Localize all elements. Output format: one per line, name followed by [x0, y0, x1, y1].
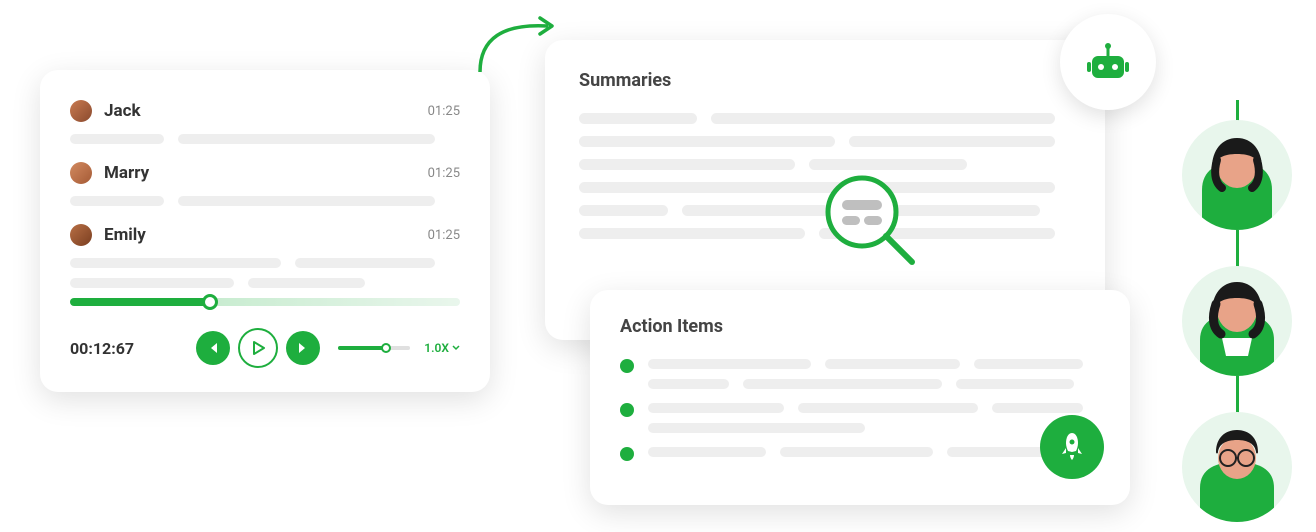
action-item: [620, 403, 1100, 433]
speaker-block: Emily 01:25: [70, 224, 460, 288]
action-items-title: Action Items: [620, 316, 1100, 337]
volume-thumb[interactable]: [381, 343, 391, 353]
user-avatar-3: [1182, 412, 1292, 522]
bot-badge: [1060, 14, 1156, 110]
transcript-line: [70, 134, 460, 144]
bot-icon: [1082, 36, 1134, 88]
user-avatar-1: [1182, 120, 1292, 230]
skip-prev-icon: [206, 341, 220, 355]
speaker-block: Jack 01:25: [70, 100, 460, 144]
user-avatar-2: [1182, 266, 1292, 376]
time-display: 00:12:67: [70, 339, 134, 358]
transcript-line: [70, 196, 460, 206]
rocket-icon: [1055, 430, 1089, 464]
action-items-card: Action Items: [590, 290, 1130, 505]
bullet-icon: [620, 359, 634, 373]
chevron-down-icon: [452, 344, 460, 352]
speaker-name: Emily: [104, 225, 428, 245]
action-item: [620, 359, 1100, 389]
speaker-row: Jack 01:25: [70, 100, 460, 122]
speaker-block: Marry 01:25: [70, 162, 460, 206]
speaker-timestamp: 01:25: [428, 166, 460, 181]
transcript-card: Jack 01:25 Marry 01:25 Emily 01:25: [40, 70, 490, 392]
skip-next-button[interactable]: [286, 331, 320, 365]
person-icon: [1182, 120, 1292, 230]
playback-progress[interactable]: [70, 298, 460, 306]
speaker-row: Emily 01:25: [70, 224, 460, 246]
bullet-icon: [620, 447, 634, 461]
speaker-timestamp: 01:25: [428, 104, 460, 119]
person-icon: [1182, 412, 1292, 522]
speaker-avatar: [70, 162, 92, 184]
play-icon: [249, 339, 267, 357]
playback-speed[interactable]: 1.0X: [424, 341, 460, 355]
speaker-timestamp: 01:25: [428, 228, 460, 243]
summaries-title: Summaries: [579, 70, 1071, 91]
speaker-avatar: [70, 100, 92, 122]
rocket-badge[interactable]: [1040, 415, 1104, 479]
play-button[interactable]: [238, 328, 278, 368]
summaries-content: [579, 113, 1071, 239]
transcript-line: [70, 258, 460, 288]
volume-slider[interactable]: [338, 346, 410, 350]
speaker-name: Jack: [104, 101, 428, 121]
skip-next-icon: [296, 341, 310, 355]
action-item: [620, 447, 1100, 461]
person-icon: [1182, 266, 1292, 376]
speed-value: 1.0X: [424, 341, 449, 355]
bullet-icon: [620, 403, 634, 417]
speaker-row: Marry 01:25: [70, 162, 460, 184]
player-controls: 00:12:67 1.0X: [70, 328, 460, 368]
speaker-avatar: [70, 224, 92, 246]
skip-prev-button[interactable]: [196, 331, 230, 365]
connector-arrow: [470, 12, 560, 82]
speaker-name: Marry: [104, 163, 428, 183]
progress-thumb[interactable]: [202, 294, 218, 310]
